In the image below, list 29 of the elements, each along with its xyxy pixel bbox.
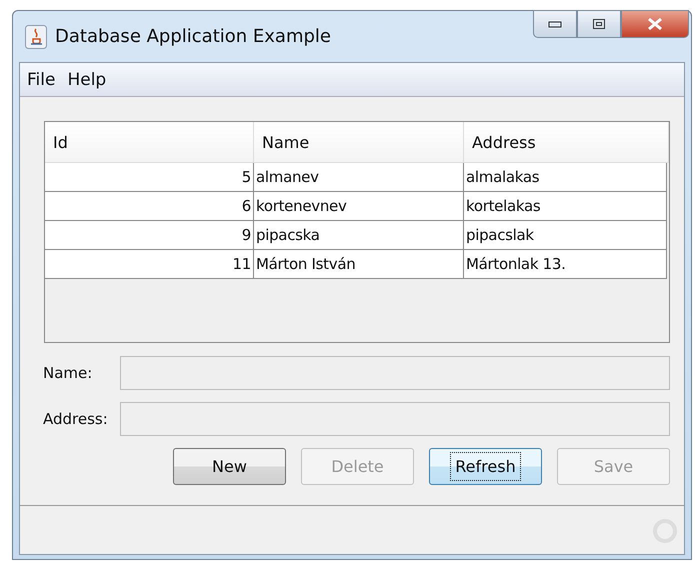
minimize-button[interactable] <box>533 10 577 38</box>
minimize-icon <box>548 20 562 28</box>
table-cell: 9 <box>45 221 254 249</box>
table-cell: Márton István <box>254 250 464 278</box>
close-button[interactable] <box>621 10 689 38</box>
menu-item[interactable]: File <box>27 70 56 90</box>
table-cell: almanev <box>254 163 464 191</box>
column-header[interactable]: Name <box>254 122 464 162</box>
table-cell: 6 <box>45 192 254 220</box>
maximize-icon <box>592 18 606 30</box>
table-cell: pipacska <box>254 221 464 249</box>
table-cell: 11 <box>45 250 254 278</box>
field-label: Address: <box>43 410 109 428</box>
table-cell: kortenevnev <box>254 192 464 220</box>
table-cell: pipacslak <box>464 221 667 249</box>
button[interactable]: New <box>173 448 286 485</box>
button[interactable]: Refresh <box>429 448 542 485</box>
maximize-button[interactable] <box>577 10 621 38</box>
table-cell: almalakas <box>464 163 667 191</box>
coffee-cup-icon <box>25 24 47 48</box>
window-title: Database Application Example <box>55 26 331 47</box>
column-header[interactable]: Id <box>45 122 254 162</box>
table-cell: Mártonlak 13. <box>464 250 667 278</box>
menu-item[interactable]: Help <box>67 70 106 90</box>
table-cell: 5 <box>45 163 254 191</box>
table-cell: kortelakas <box>464 192 667 220</box>
field-label: Name: <box>43 364 94 382</box>
close-icon <box>647 17 663 31</box>
column-header[interactable]: Address <box>464 122 669 162</box>
